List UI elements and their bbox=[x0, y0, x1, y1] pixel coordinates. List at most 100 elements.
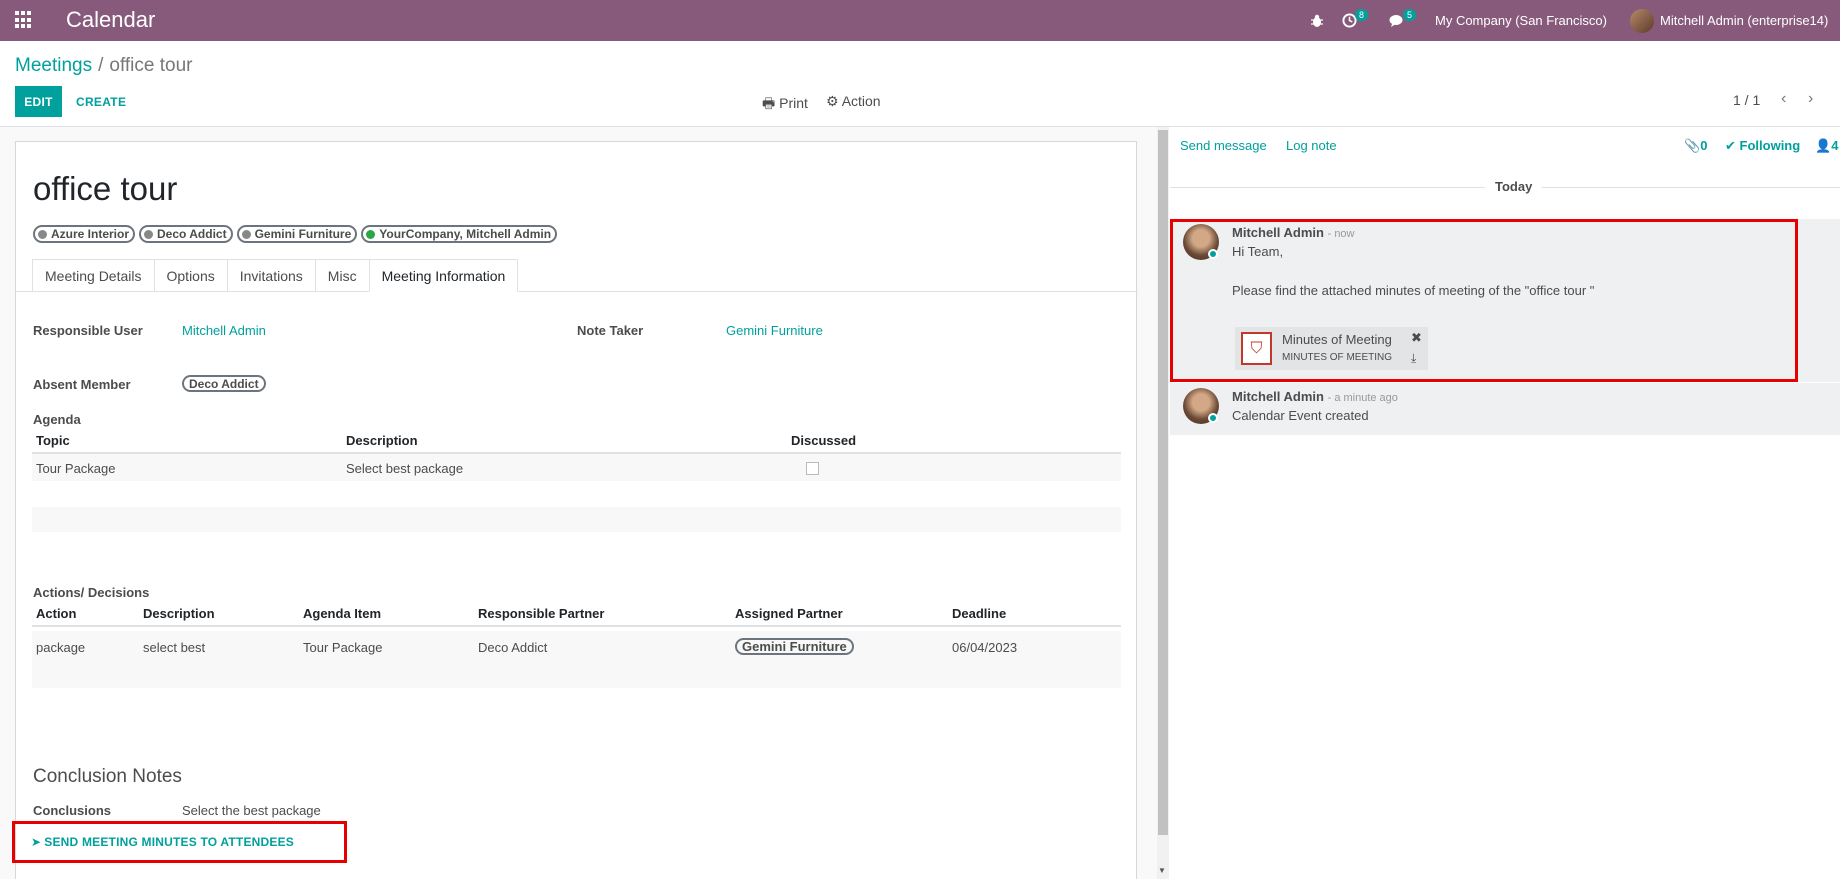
breadcrumb-meetings[interactable]: Meetings bbox=[15, 55, 92, 76]
tab-misc[interactable]: Misc bbox=[314, 259, 370, 292]
column-header[interactable]: Deadline bbox=[952, 606, 1006, 621]
check-icon: ✔ bbox=[1725, 138, 1736, 153]
highlight-box bbox=[1170, 219, 1798, 382]
pager-next-icon[interactable]: › bbox=[1808, 90, 1813, 108]
send-message-button[interactable]: Send message bbox=[1180, 138, 1267, 153]
actions-table: Action Description Agenda Item Responsib… bbox=[32, 601, 1121, 688]
agenda-table: Topic Description Discussed Tour Package… bbox=[32, 428, 1121, 532]
tab-invitations[interactable]: Invitations bbox=[226, 259, 316, 292]
form-scrollbar-thumb[interactable] bbox=[1158, 130, 1168, 835]
conclusion-notes-heading: Conclusion Notes bbox=[33, 766, 182, 787]
column-header[interactable]: Assigned Partner bbox=[735, 606, 843, 621]
action-cell: package bbox=[36, 640, 86, 655]
paperclip-icon: 📎 bbox=[1684, 138, 1701, 153]
form-view: office tour Azure Interior Deco Addict G… bbox=[0, 127, 1169, 879]
message-time: - a minute ago bbox=[1327, 392, 1398, 404]
attendee-name: YourCompany, Mitchell Admin bbox=[379, 227, 552, 241]
column-header[interactable]: Description bbox=[143, 606, 215, 621]
attendee-tag[interactable]: YourCompany, Mitchell Admin bbox=[361, 225, 558, 243]
agenda-item-cell: Tour Package bbox=[303, 640, 383, 655]
breadcrumb: Meetings / office tour bbox=[15, 55, 192, 77]
attendee-tag[interactable]: Gemini Furniture bbox=[236, 225, 358, 243]
date-label-today: Today bbox=[1485, 179, 1543, 194]
create-button[interactable]: CREATE bbox=[76, 86, 126, 117]
control-panel: Meetings / office tour EDIT CREATE 🖶 Print… bbox=[0, 41, 1840, 127]
column-header[interactable]: Action bbox=[36, 606, 76, 621]
form-sheet: office tour Azure Interior Deco Addict G… bbox=[15, 141, 1138, 879]
attendee-name: Gemini Furniture bbox=[254, 227, 352, 241]
print-icon: 🖶 bbox=[762, 95, 776, 111]
column-header[interactable]: Agenda Item bbox=[303, 606, 381, 621]
followers-button[interactable]: 👤4 bbox=[1815, 138, 1838, 154]
conclusions-label: Conclusions bbox=[33, 803, 112, 818]
attachments-counter[interactable]: 📎0 bbox=[1684, 138, 1707, 154]
attachments-count: 0 bbox=[1700, 138, 1708, 153]
conclusions-field[interactable]: Select the best package bbox=[182, 803, 321, 818]
record-title[interactable]: office tour bbox=[33, 170, 177, 208]
note-taker-field[interactable]: Gemini Furniture bbox=[726, 323, 823, 338]
assigned-partner-tag[interactable]: Gemini Furniture bbox=[735, 638, 854, 655]
tab-options[interactable]: Options bbox=[153, 259, 228, 292]
activities-badge: 8 bbox=[1355, 8, 1369, 21]
discussed-checkbox[interactable] bbox=[806, 462, 819, 475]
status-dot bbox=[366, 229, 376, 239]
message-item[interactable]: Mitchell Admin - a minute ago Calendar E… bbox=[1170, 383, 1840, 435]
absent-member-label: Absent Member bbox=[33, 377, 131, 392]
scroll-down-arrow-icon[interactable]: ▼ bbox=[1158, 866, 1166, 875]
action-menu[interactable]: ⚙ Action bbox=[826, 93, 881, 110]
debug-bug-icon[interactable] bbox=[1310, 0, 1324, 41]
pager-value[interactable]: 1 / 1 bbox=[1733, 92, 1760, 108]
messages-badge: 5 bbox=[1403, 8, 1417, 21]
top-navbar: Calendar 8 5 My Company (San Francisco) … bbox=[0, 0, 1840, 41]
agenda-table-header: Topic Description Discussed bbox=[32, 428, 1121, 454]
followers-count: 4 bbox=[1831, 138, 1839, 153]
table-row[interactable]: Tour Package Select best package bbox=[32, 454, 1121, 481]
following-label: Following bbox=[1739, 138, 1801, 153]
message-line: Calendar Event created bbox=[1232, 408, 1369, 423]
attendee-tag[interactable]: Azure Interior bbox=[33, 225, 136, 243]
user-avatar bbox=[1630, 8, 1654, 33]
pager-prev-icon[interactable]: ‹ bbox=[1781, 90, 1786, 108]
table-row[interactable]: package select best Tour Package Deco Ad… bbox=[32, 631, 1121, 663]
breadcrumb-current: office tour bbox=[109, 55, 193, 76]
user-menu[interactable]: Mitchell Admin (enterprise14) bbox=[1630, 0, 1828, 41]
attendee-tags: Azure Interior Deco Addict Gemini Furnit… bbox=[33, 225, 558, 243]
status-dot bbox=[38, 229, 47, 239]
responsible-partner-cell: Deco Addict bbox=[478, 640, 548, 655]
responsible-user-field[interactable]: Mitchell Admin bbox=[182, 323, 266, 338]
messages-chat-icon[interactable]: 5 bbox=[1389, 0, 1418, 41]
log-note-button[interactable]: Log note bbox=[1286, 138, 1337, 153]
send-minutes-label: SEND MEETING MINUTES TO ATTENDEES bbox=[44, 835, 294, 849]
following-button[interactable]: ✔ Following bbox=[1725, 138, 1800, 154]
attendee-name: Azure Interior bbox=[51, 227, 130, 241]
gear-icon: ⚙ bbox=[826, 93, 839, 109]
apps-menu-icon[interactable] bbox=[15, 11, 33, 29]
column-header[interactable]: Discussed bbox=[791, 433, 856, 448]
notebook-tabs: Meeting Details Options Invitations Misc… bbox=[32, 259, 519, 292]
send-minutes-button[interactable]: ➤ SEND MEETING MINUTES TO ATTENDEES bbox=[12, 821, 347, 863]
deadline-cell: 06/04/2023 bbox=[952, 640, 1018, 655]
column-header[interactable]: Responsible Partner bbox=[478, 606, 604, 621]
tab-meeting-details[interactable]: Meeting Details bbox=[32, 259, 155, 292]
attendee-tag[interactable]: Deco Addict bbox=[139, 225, 233, 243]
attendee-name: Deco Addict bbox=[157, 227, 227, 241]
company-switcher[interactable]: My Company (San Francisco) bbox=[1435, 0, 1607, 41]
activities-clock-icon[interactable]: 8 bbox=[1342, 0, 1370, 41]
author-name[interactable]: Mitchell Admin bbox=[1232, 389, 1324, 404]
paper-plane-icon: ➤ bbox=[31, 835, 42, 849]
print-menu[interactable]: 🖶 Print bbox=[762, 93, 808, 117]
app-name: Calendar bbox=[66, 7, 156, 32]
status-dot bbox=[144, 229, 154, 239]
user-name: Mitchell Admin (enterprise14) bbox=[1660, 13, 1829, 28]
tab-meeting-information[interactable]: Meeting Information bbox=[368, 259, 519, 292]
actions-table-header: Action Description Agenda Item Responsib… bbox=[32, 601, 1121, 627]
column-header[interactable]: Description bbox=[346, 433, 418, 448]
absent-member-tag[interactable]: Deco Addict bbox=[182, 375, 266, 392]
action-label: Action bbox=[841, 93, 881, 109]
edit-button[interactable]: EDIT bbox=[15, 86, 62, 117]
tabs-divider bbox=[16, 291, 1138, 292]
print-label: Print bbox=[779, 95, 808, 111]
column-header[interactable]: Topic bbox=[36, 433, 70, 448]
agenda-label: Agenda bbox=[33, 412, 81, 427]
